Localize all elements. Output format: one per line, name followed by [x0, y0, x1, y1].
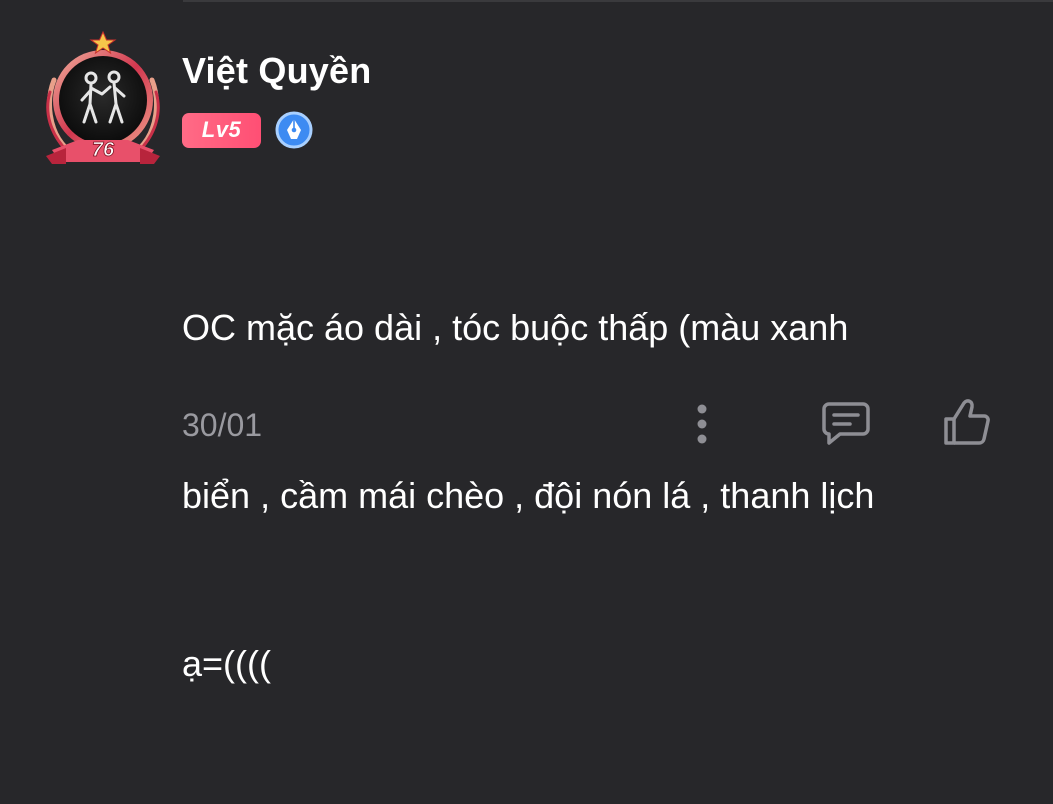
comment-item: 76 Việt Quyền Lv5 OC mặc áo dài , tóc bu… [0, 0, 1053, 684]
comment-text-line: biển , cầm mái chèo , đội nón lá , thanh… [182, 475, 875, 516]
comment-date: 30/01 [182, 407, 263, 443]
avatar[interactable]: 76 [38, 30, 168, 166]
user-badges: Lv5 [182, 111, 313, 149]
more-vertical-icon [697, 404, 707, 444]
comment-text-line: ạ=(((( [182, 643, 271, 684]
reply-button[interactable] [818, 398, 874, 448]
comment-text-line: OC mặc áo dài , tóc buộc thấp (màu xanh [182, 307, 849, 348]
level-badge: Lv5 [182, 112, 261, 148]
avatar-frame-number: 76 [92, 139, 115, 161]
comment-icon [822, 402, 870, 445]
pen-nib-icon [275, 111, 313, 149]
comment-text: OC mặc áo dài , tóc buộc thấp (màu xanh … [182, 188, 1002, 804]
more-options-button[interactable] [686, 398, 718, 450]
username[interactable]: Việt Quyền [182, 50, 371, 92]
star-icon [89, 30, 117, 55]
avatar-frame: 76 [46, 30, 160, 164]
thumbs-up-icon [944, 399, 990, 445]
like-button[interactable] [938, 396, 994, 448]
